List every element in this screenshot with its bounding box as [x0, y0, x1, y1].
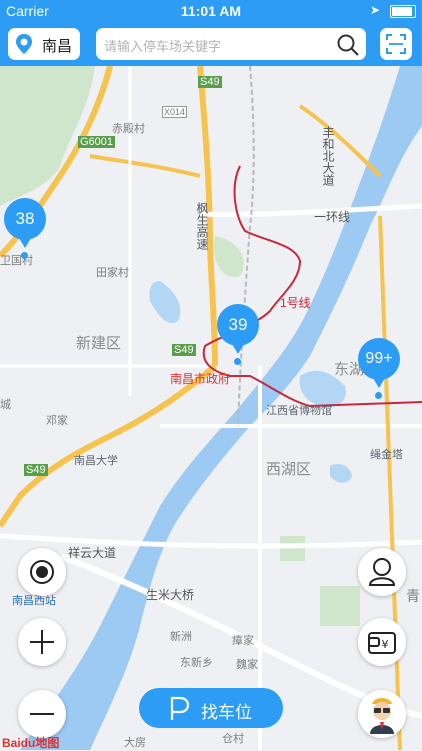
baidu-logo-text: Baidu地图 — [2, 736, 60, 750]
place-label-xinzhou: 新洲 — [170, 631, 192, 643]
parking-count: 39 — [228, 315, 248, 334]
locate-icon — [30, 560, 54, 584]
marker-dot — [375, 392, 382, 399]
minus-icon — [30, 713, 54, 715]
place-label-cheng: 城 — [0, 399, 11, 411]
find-parking-button[interactable]: 找车位 — [139, 688, 283, 728]
poi-label-museum: 江西省博物馆 — [266, 405, 332, 417]
zoom-in-button[interactable] — [18, 618, 66, 666]
city-selector-button[interactable]: 南昌 — [8, 28, 80, 60]
place-label-dengjia: 邓家 — [46, 415, 68, 427]
district-label-xinjian: 新建区 — [76, 335, 122, 352]
find-parking-label: 找车位 — [201, 703, 252, 722]
place-label-tianjia: 田家村 — [96, 267, 129, 279]
district-label-xihu: 西湖区 — [266, 461, 312, 478]
road-badge-s49a: S49 — [198, 76, 222, 88]
status-time: 11:01 AM — [180, 3, 242, 19]
plus-icon — [30, 630, 54, 654]
road-label-shengmi: 生米大桥 — [146, 588, 195, 602]
marker-dot — [21, 252, 28, 259]
road-badge-g6001: G6001 — [78, 136, 116, 148]
user-icon — [368, 558, 396, 586]
poi-label-gov: 南昌市政府 — [170, 372, 231, 386]
road-badge-s49c: S49 — [24, 464, 48, 476]
place-label-chimen: 赤殿村 — [112, 123, 145, 135]
place-label-cangtou: 仓村 — [222, 733, 244, 745]
parking-marker[interactable]: 38 — [4, 198, 46, 259]
wallet-icon: ¥ — [368, 632, 396, 654]
poi-label-ncu: 南昌大学 — [74, 455, 118, 467]
road-badge-s49b: S49 — [172, 344, 196, 356]
parking-marker[interactable]: 39 — [217, 304, 259, 365]
place-label-dongxinxiang: 东新乡 — [180, 657, 213, 669]
scan-icon — [386, 34, 406, 54]
parking-count: 99+ — [365, 350, 393, 367]
assistant-avatar-icon — [358, 690, 406, 738]
top-bar: 南昌 请输入停车场关键字 — [0, 22, 422, 66]
city-name: 南昌 — [42, 38, 73, 55]
assistant-avatar-button[interactable] — [358, 690, 406, 738]
location-services-icon: ➤ — [369, 3, 380, 17]
parking-p-icon — [167, 695, 191, 726]
scan-button[interactable] — [380, 28, 412, 60]
road-label-fengsheng: 枫生高速 — [195, 202, 209, 250]
battery-icon — [390, 5, 416, 18]
place-label-liucun: 卫国村 — [0, 255, 33, 267]
place-label-weijia: 魏家 — [236, 659, 258, 671]
marker-dot — [234, 358, 241, 365]
road-badge-x014: X014 — [162, 106, 188, 118]
status-bar: Carrier 11:01 AM ➤ — [0, 0, 422, 22]
metro-label-line1: 1号线 — [280, 296, 311, 310]
locate-me-button[interactable] — [18, 548, 66, 596]
road-label-ring1: 一环线 — [314, 210, 351, 224]
search-placeholder: 请输入停车场关键字 — [104, 39, 222, 54]
road-label-fengbei: 丰和北大道 — [321, 126, 335, 186]
place-label-qing: 青 — [406, 588, 420, 604]
svg-text:¥: ¥ — [382, 638, 389, 651]
search-input[interactable]: 请输入停车场关键字 — [96, 28, 366, 60]
parking-count: 38 — [15, 209, 35, 228]
poi-label-shengjin: 绳金塔 — [370, 449, 403, 461]
green-area — [320, 586, 360, 626]
place-label-dafang: 大房 — [124, 737, 146, 749]
place-label-linjia: 瘴家 — [232, 635, 254, 647]
baidu-map-logo: Baidu地图 — [2, 734, 59, 751]
location-pin-icon — [14, 33, 34, 60]
road-label-xiangyun: 祥云大道 — [68, 546, 117, 560]
user-profile-button[interactable] — [358, 548, 406, 596]
zoom-out-button[interactable] — [18, 690, 66, 738]
search-icon[interactable] — [336, 33, 360, 62]
parking-marker[interactable]: 99+ — [358, 338, 400, 399]
green-area — [280, 536, 305, 561]
wallet-button[interactable]: ¥ — [358, 618, 406, 666]
